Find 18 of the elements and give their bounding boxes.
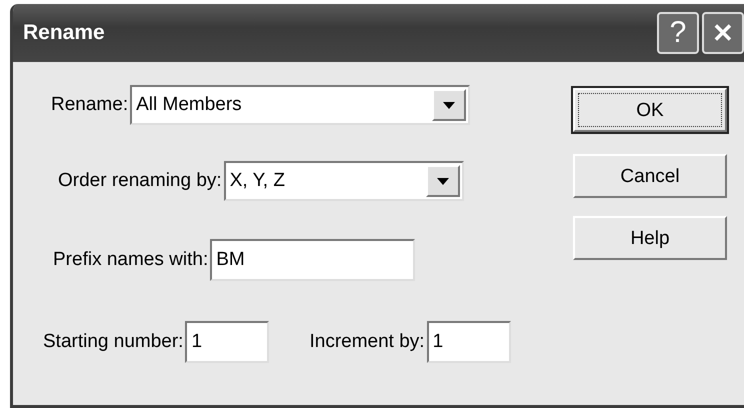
field-label: Order renaming by: — [58, 170, 222, 192]
dialog-button[interactable]: Cancel — [573, 154, 727, 198]
dialog-button[interactable]: Help — [573, 216, 727, 260]
window-title: Rename — [23, 21, 105, 45]
field-label: Prefix names with: — [53, 249, 208, 271]
dropdown[interactable]: X, Y, Z — [224, 161, 464, 201]
dropdown-value: All Members — [135, 94, 243, 116]
input-field[interactable]: 1 — [185, 321, 270, 363]
input-field[interactable]: BM — [210, 239, 416, 281]
field-label: Rename: — [51, 94, 128, 116]
dialog-button[interactable]: OK — [573, 88, 727, 132]
field-label: Increment by: — [309, 331, 425, 353]
close-button[interactable]: ✕ — [702, 12, 744, 54]
help-button[interactable]: ? — [657, 12, 699, 54]
field-label: Starting number: — [43, 331, 184, 353]
dropdown[interactable]: All Members — [130, 85, 470, 125]
input-field[interactable]: 1 — [426, 321, 511, 363]
dropdown-value: X, Y, Z — [228, 170, 286, 192]
